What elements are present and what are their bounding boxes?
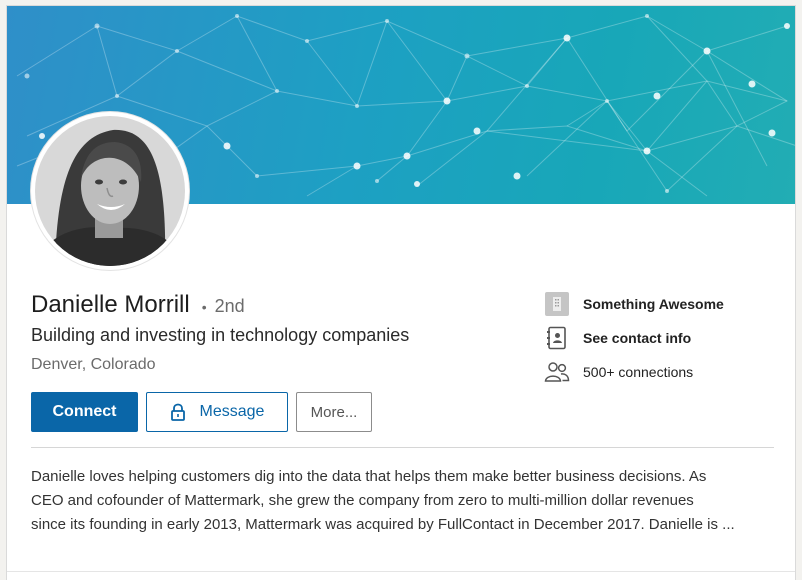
- profile-photo[interactable]: [31, 112, 189, 270]
- connect-button[interactable]: Connect: [31, 392, 138, 432]
- message-button-label: Message: [199, 403, 265, 420]
- current-company-label: Something Awesome: [583, 296, 724, 312]
- profile-card: Danielle Morrill • 2nd Building and inve…: [6, 5, 796, 580]
- profile-name-row: Danielle Morrill • 2nd: [31, 291, 245, 319]
- connections-link[interactable]: 500+ connections: [544, 359, 693, 385]
- lock-icon: [170, 403, 186, 421]
- section-divider: [31, 447, 774, 448]
- profile-summary[interactable]: Danielle loves helping customers dig int…: [31, 465, 776, 537]
- connect-button-label: Connect: [52, 403, 117, 420]
- people-icon: [544, 359, 570, 385]
- connections-count-label: 500+ connections: [583, 364, 694, 380]
- profile-name: Danielle Morrill: [31, 291, 190, 318]
- message-button[interactable]: Message: [146, 392, 288, 432]
- contact-info-link[interactable]: See contact info: [544, 325, 691, 351]
- card-bottom-divider: [7, 571, 795, 572]
- profile-location: Denver, Colorado: [31, 356, 156, 373]
- connection-degree: 2nd: [214, 296, 245, 316]
- profile-photo-image: [35, 116, 185, 266]
- contact-card-icon: [544, 325, 570, 351]
- more-actions-button[interactable]: More...: [296, 392, 372, 432]
- profile-headline: Building and investing in technology com…: [31, 325, 410, 345]
- company-building-icon: [544, 291, 570, 317]
- current-company-link[interactable]: Something Awesome: [544, 291, 724, 317]
- degree-separator: •: [201, 299, 207, 315]
- contact-info-label: See contact info: [583, 330, 692, 346]
- more-button-label: More...: [310, 403, 358, 421]
